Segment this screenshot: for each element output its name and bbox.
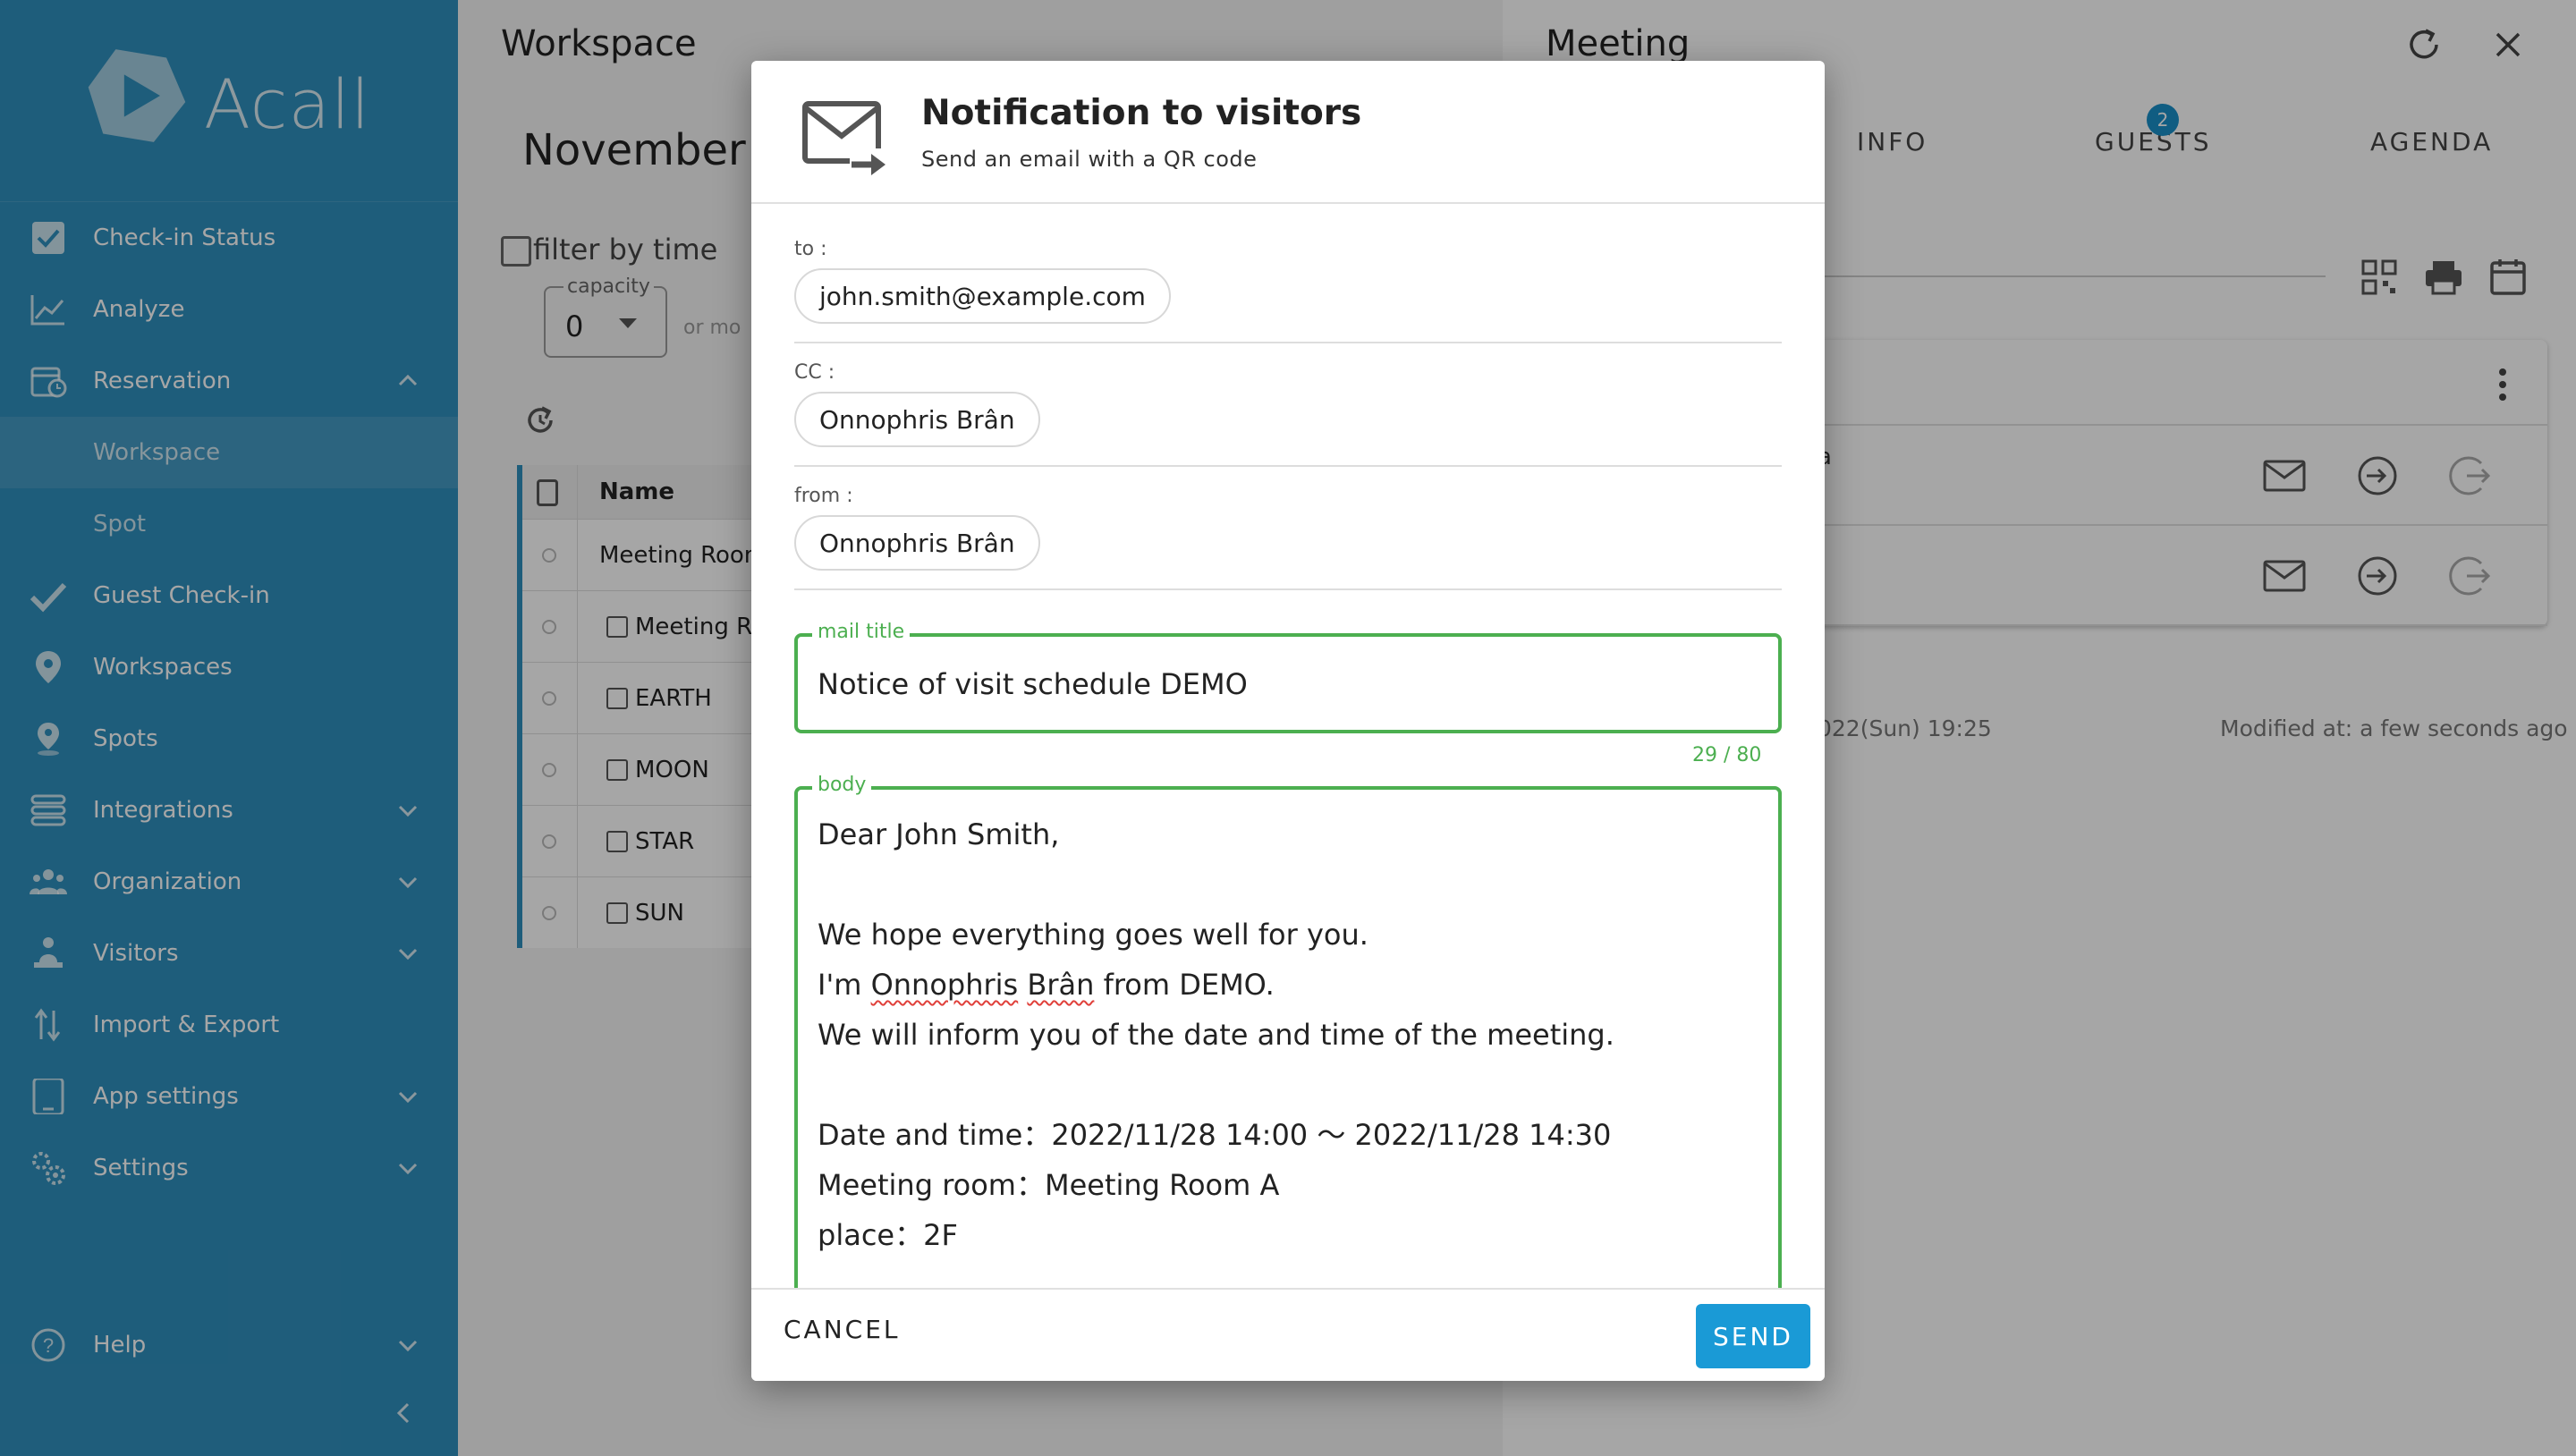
body-textarea[interactable]: body Dear John Smith, We hope everything… bbox=[794, 774, 1782, 1341]
body-line: Meeting room：Meeting Room A bbox=[818, 1168, 1280, 1202]
from-field: from : Onnophris Brân bbox=[794, 485, 1782, 590]
mail-title-counter: 29 / 80 bbox=[1692, 744, 1762, 766]
mail-title-label: mail title bbox=[812, 621, 911, 643]
mail-title-value: Notice of visit schedule DEMO bbox=[818, 667, 1248, 701]
body-line: place：2F bbox=[818, 1218, 958, 1252]
body-line: I'm Onnophris Brân from DEMO. bbox=[818, 968, 1275, 1002]
body-text: Dear John Smith, We hope everything goes… bbox=[818, 809, 1614, 1260]
to-label: to : bbox=[794, 238, 827, 260]
cc-label: CC : bbox=[794, 361, 835, 384]
cc-recipient-chip[interactable]: Onnophris Brân bbox=[794, 392, 1040, 447]
cancel-button[interactable]: CANCEL bbox=[784, 1315, 901, 1344]
dialog-header: Notification to visitors Send an email w… bbox=[751, 61, 1825, 204]
from-label: from : bbox=[794, 485, 853, 507]
from-sender-chip[interactable]: Onnophris Brân bbox=[794, 515, 1040, 571]
send-button[interactable]: SEND bbox=[1696, 1304, 1810, 1368]
dialog-title: Notification to visitors bbox=[921, 93, 1362, 133]
cc-field: CC : Onnophris Brân bbox=[794, 361, 1782, 467]
dialog-subtitle: Send an email with a QR code bbox=[921, 147, 1258, 172]
notification-dialog: Notification to visitors Send an email w… bbox=[751, 61, 1825, 1381]
to-field: to : john.smith@example.com bbox=[794, 238, 1782, 343]
dialog-footer: CANCEL SEND bbox=[751, 1288, 1825, 1381]
spellcheck-word: Onnophris bbox=[870, 968, 1019, 1002]
body-line: Dear John Smith, bbox=[818, 817, 1060, 851]
body-line: Date and time：2022/11/28 14:00 〜 2022/11… bbox=[818, 1118, 1612, 1152]
spellcheck-word: Brân bbox=[1027, 968, 1095, 1002]
body-label: body bbox=[812, 774, 872, 796]
mail-title-input[interactable]: mail title Notice of visit schedule DEMO bbox=[794, 621, 1782, 733]
to-recipient-chip[interactable]: john.smith@example.com bbox=[794, 268, 1171, 324]
body-line: We hope everything goes well for you. bbox=[818, 918, 1368, 952]
forward-mail-icon bbox=[802, 101, 889, 181]
body-line: We will inform you of the date and time … bbox=[818, 1018, 1614, 1052]
